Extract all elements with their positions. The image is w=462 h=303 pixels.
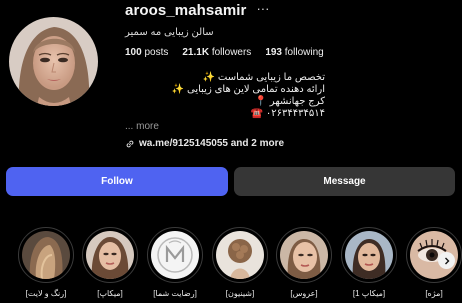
highlight-label: [شینیون] [225, 289, 255, 298]
ellipsis-icon[interactable]: ··· [256, 2, 269, 15]
highlight-thumbnail [216, 231, 264, 279]
following-stat[interactable]: 193 following [265, 47, 323, 58]
follow-button[interactable]: Follow [6, 167, 228, 196]
link-text: wa.me/9125145055 and 2 more [139, 138, 285, 149]
username-row: aroos_mahsamir ··· [125, 2, 269, 19]
bio-line: ارائه دهنده تمامی لاین های زیبایی ✨ [171, 84, 325, 95]
highlight-bride[interactable]: [عروس] [274, 227, 334, 298]
chevron-right-icon [444, 257, 449, 264]
message-button[interactable]: Message [234, 167, 455, 196]
highlight-thumbnail [86, 231, 134, 279]
profile-link[interactable]: wa.me/9125145055 and 2 more [125, 138, 284, 149]
highlight-thumbnail [345, 231, 393, 279]
followers-stat[interactable]: 21.1K followers [182, 47, 251, 58]
profile-subtitle: سالن زیبایی مه سمیر [125, 27, 214, 38]
highlight-label: [میکاپ] [97, 289, 123, 298]
highlight-label: [مژه] [425, 289, 443, 298]
link-icon [126, 140, 134, 147]
highlight-makeup[interactable]: [میکاپ] [80, 227, 140, 298]
profile-stats: 100 posts 21.1K followers 193 following [125, 47, 324, 58]
bio-line: تخصص ما زیبایی شماست ✨ [202, 72, 325, 83]
profile-avatar[interactable] [9, 17, 98, 106]
bio-line: ۰۲۶۳۴۴۳۴۵۱۴ ☎️ [250, 108, 325, 119]
highlight-thumbnail [151, 231, 199, 279]
profile-bio: تخصص ما زیبایی شماست ✨ ارائه دهنده تمامی… [125, 72, 325, 133]
highlight-label: [میکاپ 1] [352, 289, 386, 298]
highlight-satisfaction[interactable]: [رضایت شما] [145, 227, 205, 298]
highlight-hair-color[interactable]: [رنگ و لایت] [16, 227, 76, 298]
bio-line: کرج جهانشهر 📍 [254, 96, 325, 107]
bio-more-link[interactable]: ... more [125, 121, 325, 133]
highlight-updo[interactable]: [شینیون] [210, 227, 270, 298]
username: aroos_mahsamir [125, 2, 247, 19]
highlight-thumbnail [22, 231, 70, 279]
posts-stat[interactable]: 100 posts [125, 47, 168, 58]
highlight-thumbnail [280, 231, 328, 279]
highlight-label: [رضایت شما] [153, 289, 197, 298]
highlight-label: [عروس] [290, 289, 318, 298]
highlights-next-button[interactable] [438, 252, 455, 269]
highlight-makeup-1[interactable]: [میکاپ 1] [339, 227, 399, 298]
highlight-label: [رنگ و لایت] [25, 289, 67, 298]
